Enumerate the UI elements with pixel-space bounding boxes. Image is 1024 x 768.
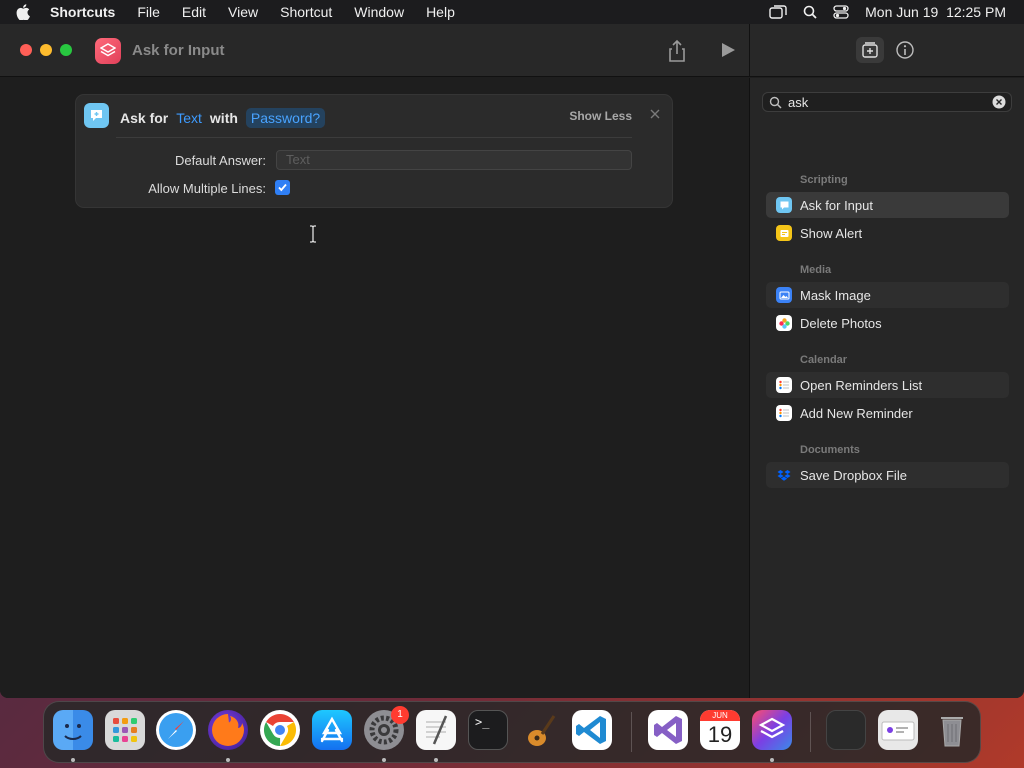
textedit-icon[interactable] [416, 710, 456, 750]
result-label: Ask for Input [800, 197, 873, 213]
shortcuts-icon[interactable] [752, 710, 792, 750]
search-icon [769, 96, 782, 109]
result-label: Mask Image [800, 287, 871, 303]
clear-search-icon[interactable] [992, 95, 1006, 109]
vscode-icon[interactable] [572, 710, 612, 750]
default-answer-input[interactable]: Text [276, 150, 632, 170]
textedit-running-dot [434, 758, 438, 762]
ask-input-icon [776, 197, 792, 213]
window-title[interactable]: Ask for Input [132, 42, 225, 59]
action-summary: Ask for Text with Password? [120, 108, 326, 128]
zoom-window-button[interactable] [60, 44, 72, 56]
sidebar-titlebar [749, 24, 1024, 77]
action-search-field[interactable]: ask [762, 92, 1012, 112]
settings-badge: 1 [391, 706, 409, 724]
dock: 1 >_ JUN 19 [43, 701, 981, 763]
result-ask-for-input[interactable]: Ask for Input [766, 192, 1009, 218]
spotlight-search-icon[interactable] [803, 5, 817, 19]
close-window-button[interactable] [20, 44, 32, 56]
ask-input-icon [84, 103, 109, 128]
dropbox-icon [776, 467, 792, 483]
result-label: Save Dropbox File [800, 467, 907, 483]
menu-file[interactable]: File [137, 4, 160, 20]
launchpad-icon[interactable] [105, 710, 145, 750]
card-divider [116, 137, 632, 138]
dock-separator [631, 712, 632, 752]
share-icon[interactable] [666, 39, 688, 63]
action-library-icon[interactable] [856, 37, 884, 63]
calendar-icon[interactable]: JUN 19 [700, 710, 740, 750]
shortcuts-window: Ask for Input Ask for Text with Password… [0, 24, 1024, 698]
section-header-media: Media [800, 264, 832, 276]
terminal-icon[interactable]: >_ [468, 710, 508, 750]
terminal-prompt: >_ [475, 715, 490, 729]
settings-running-dot [382, 758, 386, 762]
menu-bar: Shortcuts File Edit View Shortcut Window… [0, 0, 1024, 24]
finder-icon[interactable] [53, 710, 93, 750]
chrome-icon[interactable] [260, 710, 300, 750]
multiple-lines-checkbox[interactable] [275, 180, 290, 195]
ask-for-input-action[interactable]: Ask for Text with Password? Show Less De… [75, 94, 673, 208]
action-sidebar: ask Scripting Ask for Input Show Alert M… [749, 78, 1024, 698]
garageband-icon[interactable] [520, 710, 560, 750]
result-label: Open Reminders List [800, 377, 923, 393]
result-delete-photos[interactable]: Delete Photos [766, 310, 1009, 336]
visual-studio-icon[interactable] [648, 710, 688, 750]
calendar-day: 19 [707, 722, 733, 747]
action-with-label: with [209, 110, 238, 126]
action-prefix: Ask for [120, 110, 169, 126]
search-input[interactable]: ask [788, 95, 992, 110]
calendar-month: JUN [700, 710, 740, 721]
menu-window[interactable]: Window [354, 4, 404, 20]
photos-icon [776, 315, 792, 331]
dock-separator [810, 712, 811, 752]
result-label: Delete Photos [800, 315, 882, 331]
menu-view[interactable]: View [228, 4, 258, 20]
result-mask-image[interactable]: Mask Image [766, 282, 1009, 308]
image-icon [776, 287, 792, 303]
alert-icon [776, 225, 792, 241]
shortcut-editor[interactable]: Ask for Text with Password? Show Less De… [0, 78, 748, 698]
menu-app-name[interactable]: Shortcuts [50, 4, 115, 20]
run-play-icon[interactable] [718, 40, 738, 60]
result-label: Show Alert [800, 225, 863, 241]
section-header-documents: Documents [800, 444, 860, 456]
remove-action-icon[interactable] [648, 107, 662, 121]
reminders-icon [776, 377, 792, 393]
text-cursor-icon [308, 225, 318, 243]
reminders-icon [776, 405, 792, 421]
info-icon[interactable] [895, 40, 915, 60]
default-answer-label: Default Answer: [174, 153, 266, 168]
show-less-button[interactable]: Show Less [569, 109, 632, 123]
firefox-running-dot [226, 758, 230, 762]
editor-titlebar: Ask for Input [0, 24, 749, 77]
minimize-window-button[interactable] [40, 44, 52, 56]
result-label: Add New Reminder [800, 405, 913, 421]
window-switcher-icon[interactable] [769, 5, 787, 19]
menu-edit[interactable]: Edit [182, 4, 206, 20]
control-center-icon[interactable] [833, 5, 849, 19]
finder-running-dot [71, 758, 75, 762]
recent-window-thumbnail-1[interactable] [826, 710, 866, 750]
app-store-icon[interactable] [312, 710, 352, 750]
menu-shortcut[interactable]: Shortcut [280, 4, 332, 20]
section-header-calendar: Calendar [800, 354, 848, 366]
shortcuts-running-dot [770, 758, 774, 762]
section-header-scripting: Scripting [800, 174, 848, 186]
password-token[interactable]: Password? [245, 108, 326, 128]
multiple-lines-label: Allow Multiple Lines: [148, 181, 266, 196]
apple-menu-icon[interactable] [16, 4, 36, 20]
firefox-icon[interactable] [208, 710, 248, 750]
safari-icon[interactable] [156, 710, 196, 750]
shortcut-icon[interactable] [95, 38, 121, 64]
result-add-new-reminder[interactable]: Add New Reminder [766, 400, 1009, 426]
result-open-reminders-list[interactable]: Open Reminders List [766, 372, 1009, 398]
menu-help[interactable]: Help [426, 4, 455, 20]
trash-icon[interactable] [932, 710, 972, 750]
result-save-dropbox-file[interactable]: Save Dropbox File [766, 462, 1009, 488]
input-type-token[interactable]: Text [176, 110, 202, 126]
menubar-clock[interactable]: Mon Jun 19 12:25 PM [865, 4, 1006, 20]
recent-window-thumbnail-2[interactable] [878, 710, 918, 750]
result-show-alert[interactable]: Show Alert [766, 220, 1009, 246]
